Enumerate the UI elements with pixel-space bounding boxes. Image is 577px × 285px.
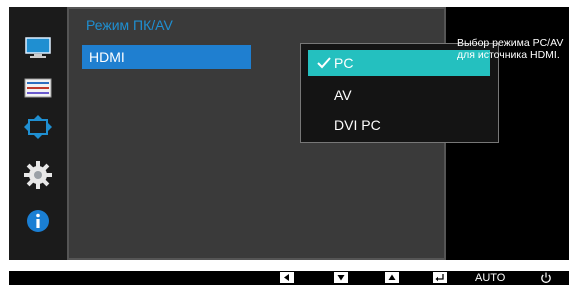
up-arrow-icon[interactable]: [385, 272, 399, 283]
option-label: PC: [334, 55, 354, 71]
option-dvi-pc[interactable]: DVI PC: [308, 112, 490, 138]
menu-panel: Режим ПК/AV HDMI PC AV DVI PC: [67, 7, 499, 260]
onscreen-display-icon[interactable]: [22, 74, 54, 102]
option-label: DVI PC: [334, 117, 381, 133]
power-icon[interactable]: [539, 272, 553, 283]
checkmark-icon: [316, 50, 332, 76]
position-size-icon[interactable]: [22, 113, 54, 141]
menu-item-hdmi[interactable]: HDMI: [82, 45, 251, 69]
option-label: AV: [334, 87, 352, 103]
picture-icon[interactable]: [22, 34, 54, 62]
information-icon[interactable]: [22, 207, 54, 235]
section-title: Режим ПК/AV: [86, 17, 173, 33]
osd-window: Режим ПК/AV HDMI PC AV DVI PC Выбор режи…: [9, 7, 569, 260]
enter-icon[interactable]: [433, 272, 447, 283]
bottom-key-guide: AUTO: [9, 271, 569, 285]
auto-button[interactable]: AUTO: [475, 271, 505, 285]
osd-sidebar: [9, 7, 67, 260]
settings-gear-icon[interactable]: [22, 161, 54, 189]
left-arrow-icon[interactable]: [280, 272, 294, 283]
down-arrow-icon[interactable]: [334, 272, 348, 283]
option-av[interactable]: AV: [308, 82, 490, 108]
help-text: Выбор режима PC/AV для источника HDMI.: [457, 37, 564, 61]
